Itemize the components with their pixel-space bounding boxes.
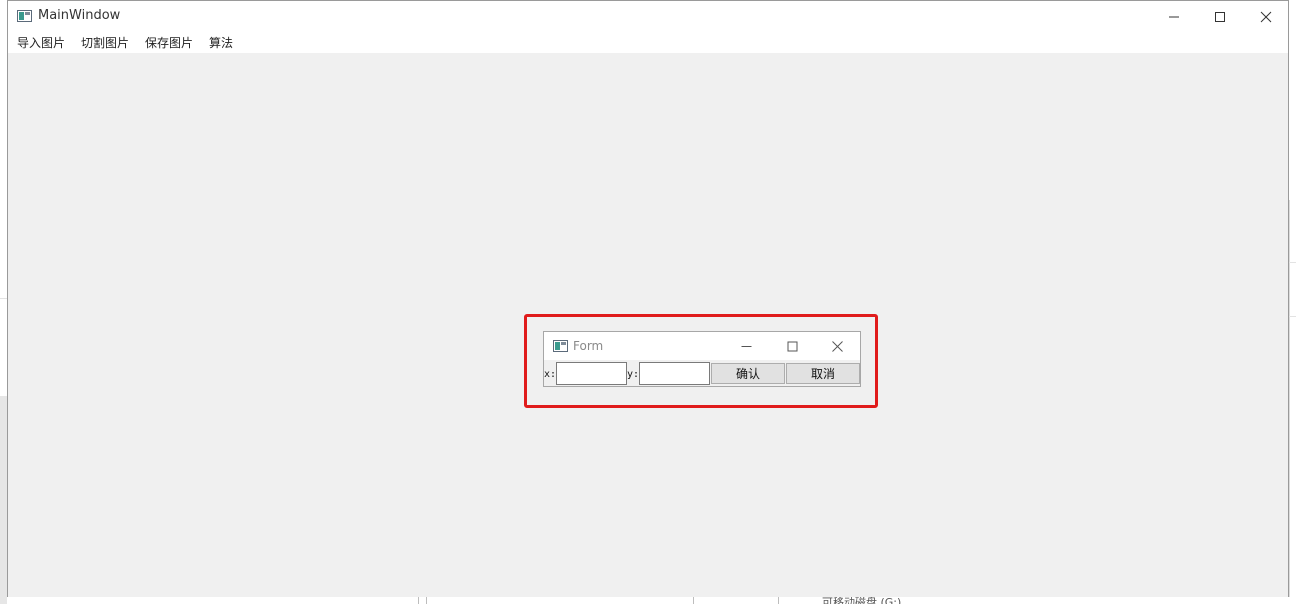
background-window-edge xyxy=(693,597,694,604)
form-body: x: y: 确认 取消 xyxy=(544,360,860,387)
menu-save-image[interactable]: 保存图片 xyxy=(139,32,199,53)
y-input[interactable] xyxy=(639,362,710,385)
minimize-button[interactable] xyxy=(1151,1,1197,32)
background-window-edge xyxy=(0,298,7,299)
background-window-edge xyxy=(778,597,779,604)
y-label: y: xyxy=(627,369,640,380)
form-close-button[interactable] xyxy=(814,332,860,360)
close-icon xyxy=(831,337,843,356)
background-drive-label: 可移动磁盘 (G:) xyxy=(822,596,902,604)
maximize-icon xyxy=(1214,11,1226,23)
form-window-title: Form xyxy=(573,339,604,353)
x-label: x: xyxy=(544,369,557,380)
form-window-icon xyxy=(553,340,568,352)
background-window-edge xyxy=(1289,262,1296,263)
menu-import-image[interactable]: 导入图片 xyxy=(11,32,71,53)
minimize-icon xyxy=(1168,11,1180,23)
main-window-title: MainWindow xyxy=(38,8,121,23)
cancel-button[interactable]: 取消 xyxy=(786,363,860,384)
background-taskbar-fragment xyxy=(300,597,1296,604)
main-titlebar[interactable]: MainWindow xyxy=(8,1,1288,32)
maximize-button[interactable] xyxy=(1197,1,1243,32)
form-minimize-button[interactable] xyxy=(723,332,769,360)
form-titlebar[interactable]: Form xyxy=(544,332,860,360)
menu-bar: 导入图片 切割图片 保存图片 算法 xyxy=(8,32,1288,53)
main-window: MainWindow 导入图片 切割图片 保存图片 算法 xyxy=(7,0,1289,597)
menu-algorithm[interactable]: 算法 xyxy=(203,32,239,53)
background-window-edge xyxy=(426,597,427,604)
close-button[interactable] xyxy=(1243,1,1289,32)
form-window: Form x: y: 确认 取消 xyxy=(543,331,861,387)
background-window-fragment xyxy=(0,396,7,604)
maximize-icon xyxy=(787,337,798,356)
x-input[interactable] xyxy=(556,362,627,385)
background-window-edge xyxy=(418,597,419,604)
app-window-icon xyxy=(17,10,32,22)
confirm-button[interactable]: 确认 xyxy=(711,363,785,384)
form-maximize-button[interactable] xyxy=(769,332,815,360)
background-window-edge xyxy=(1289,316,1296,317)
menu-cut-image[interactable]: 切割图片 xyxy=(75,32,135,53)
background-window-fragment xyxy=(1289,200,1296,604)
desktop: 可移动磁盘 (G:) MainWindow 导入图片 切割图片 保存图片 算法 … xyxy=(0,0,1296,604)
minimize-icon xyxy=(741,337,752,356)
close-icon xyxy=(1260,11,1272,23)
